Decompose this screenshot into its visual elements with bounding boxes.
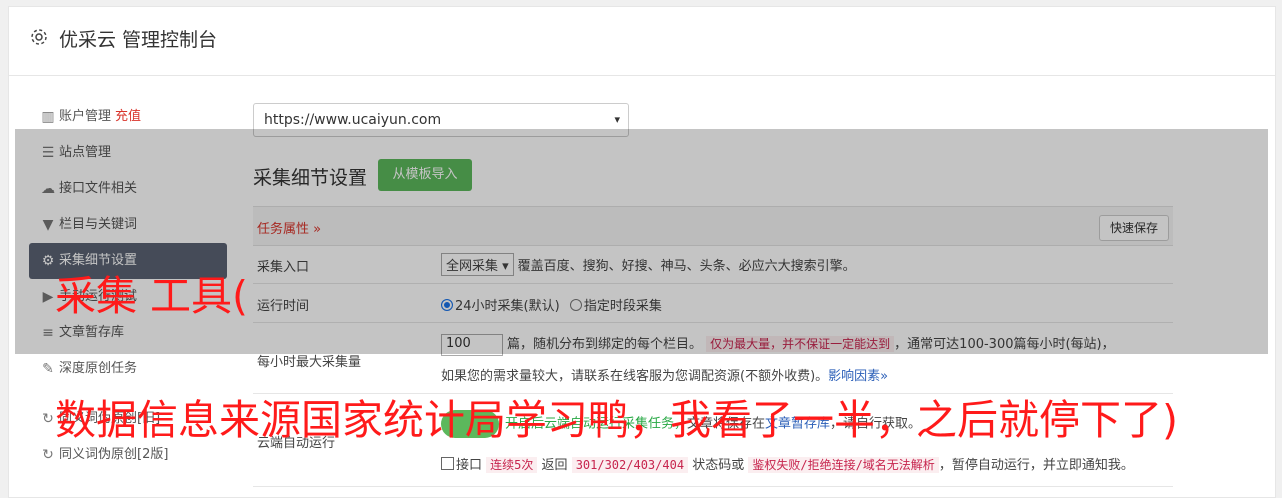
notify-checkbox[interactable]: [441, 457, 454, 470]
cloud-text: 返回: [541, 458, 568, 473]
cloud-text: 状态码或: [692, 458, 745, 473]
gear-icon: [31, 29, 47, 45]
sidebar-item-label: 深度原创任务: [59, 361, 138, 376]
row-value: 接口 连续5次 返回 301/302/403/404 状态码或 鉴权失败/拒绝连…: [441, 454, 1134, 473]
cloud-text: ，暂停自动运行，并立即通知我。: [938, 458, 1134, 473]
overlay-caption-line1: 采集 工具(: [55, 272, 249, 320]
recharge-link[interactable]: 充值: [115, 109, 141, 124]
cloud-badge: 301/302/403/404: [571, 457, 689, 473]
overlay-caption-line2: 数据信息来源国家统计局学习鸭，我看了一半，之后就停下了): [55, 396, 1178, 444]
sidebar-item-deep-original[interactable]: ✎ 深度原创任务: [27, 351, 237, 387]
site-select-value: https://www.ucaiyun.com: [264, 112, 442, 128]
sidebar-item-label: 同义词伪原创[2版]: [59, 447, 169, 462]
page-title: 优采云 管理控制台: [59, 29, 218, 51]
edit-icon: ✎: [42, 361, 54, 377]
cloud-badge: 鉴权失败/拒绝连接/域名无法解析: [748, 457, 939, 473]
page-header: 优采云 管理控制台: [9, 7, 1275, 76]
refresh-icon: ↻: [42, 411, 54, 427]
cloud-text: 接口: [456, 458, 483, 473]
factors-link[interactable]: 影响因素»: [828, 369, 888, 384]
max-text: 如果您的需求量较大，请联系在线客服为您调配资源(不额外收费)。: [441, 369, 829, 384]
refresh-icon: ↻: [42, 447, 54, 463]
sidebar-item-label: 账户管理: [59, 109, 112, 124]
row-value: 如果您的需求量较大，请联系在线客服为您调配资源(不额外收费)。影响因素»: [441, 365, 888, 384]
cloud-badge: 连续5次: [486, 457, 538, 473]
